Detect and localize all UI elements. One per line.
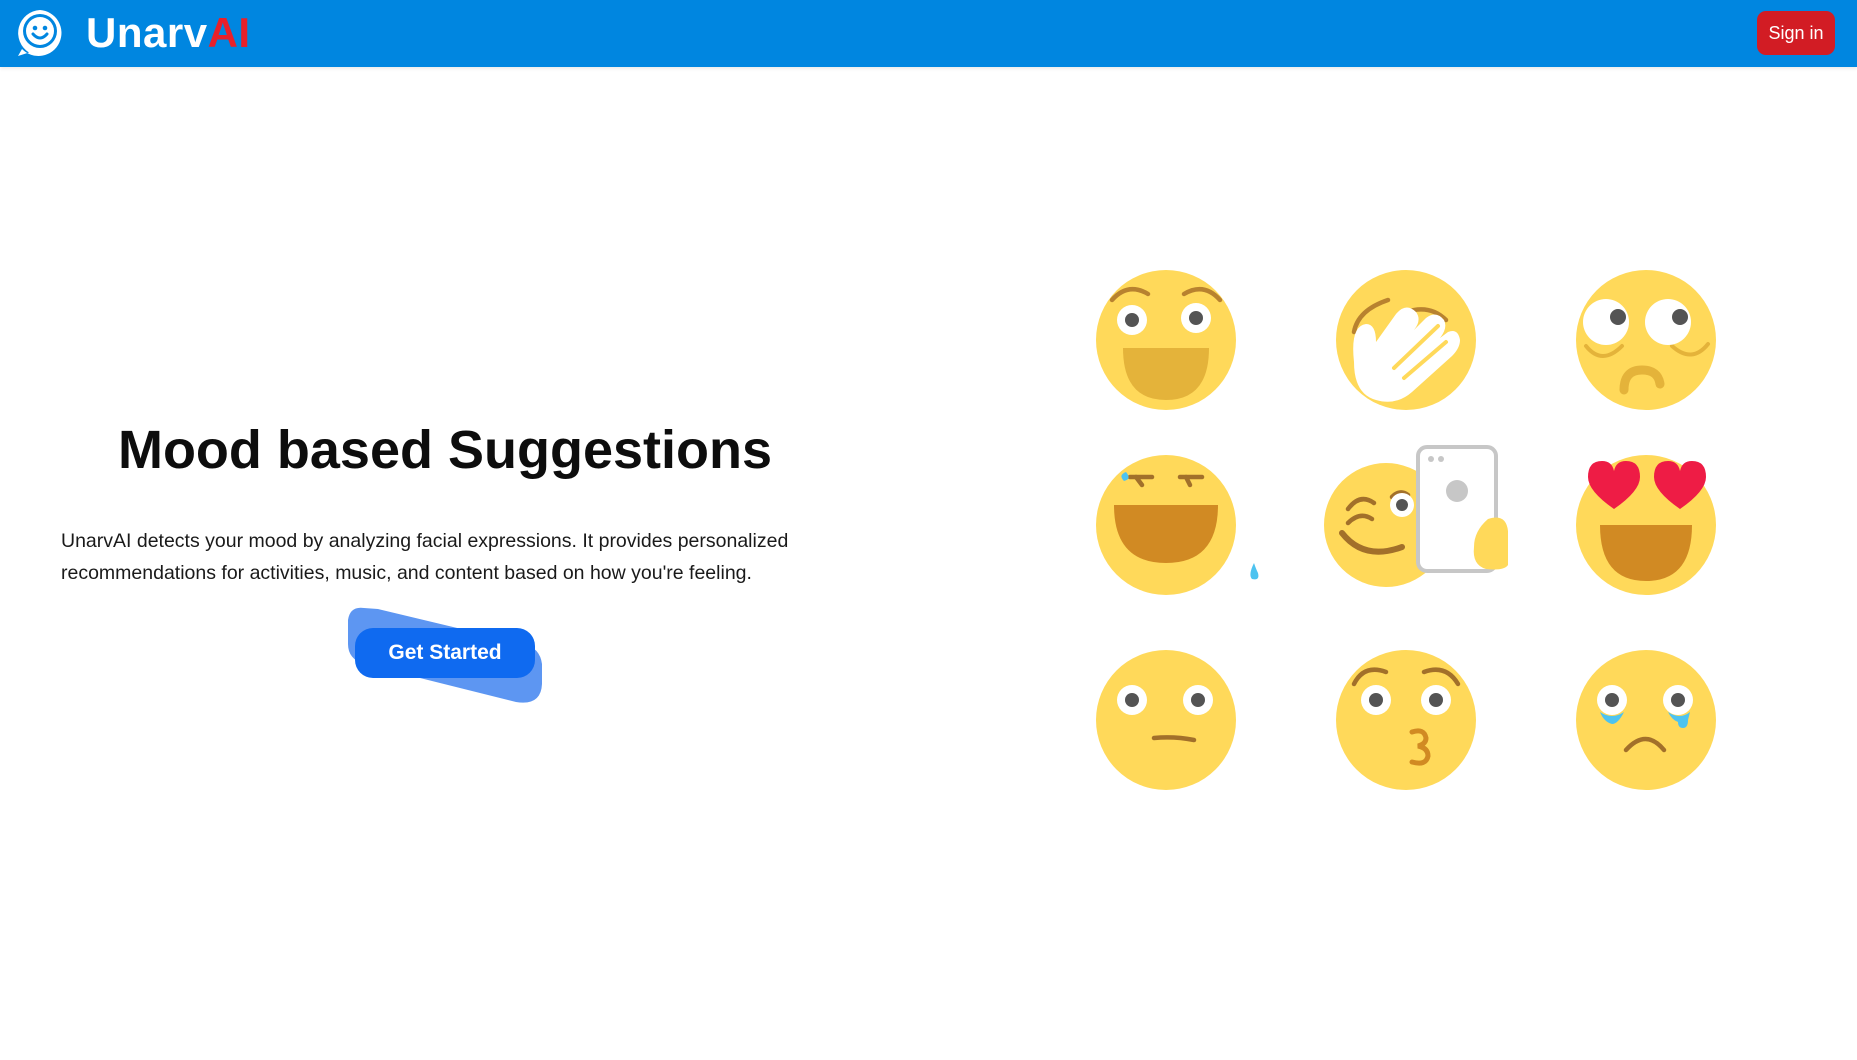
kissing-face-icon: [1336, 650, 1476, 790]
neutral-face-icon: [1096, 650, 1236, 790]
brand-name-accent: AI: [207, 9, 251, 56]
brand[interactable]: UnarvAI: [14, 7, 251, 59]
get-started-button[interactable]: Get Started: [355, 628, 535, 678]
smiley-chat-logo-icon: [18, 10, 62, 56]
get-started-cta: Get Started: [346, 604, 546, 704]
signin-button[interactable]: Sign in: [1757, 11, 1835, 55]
heart-eyes-face-icon: [1576, 455, 1716, 595]
emoji-grid-illustration: [1096, 270, 1716, 790]
brand-name-main: Unarv: [86, 9, 208, 56]
top-navbar: UnarvAI Sign in: [0, 0, 1857, 67]
grinning-sweat-face-icon: [1096, 455, 1259, 595]
facepalm-face-icon: [1336, 270, 1476, 410]
eye-roll-face-icon: [1576, 270, 1716, 410]
brand-name: UnarvAI: [86, 7, 251, 59]
winking-selfie-face-icon: [1324, 445, 1508, 587]
hero-description: UnarvAI detects your mood by analyzing f…: [61, 530, 789, 584]
laughing-face-icon: [1096, 270, 1236, 410]
hero-title: Mood based Suggestions: [117, 420, 773, 480]
crying-face-icon: [1576, 650, 1716, 790]
